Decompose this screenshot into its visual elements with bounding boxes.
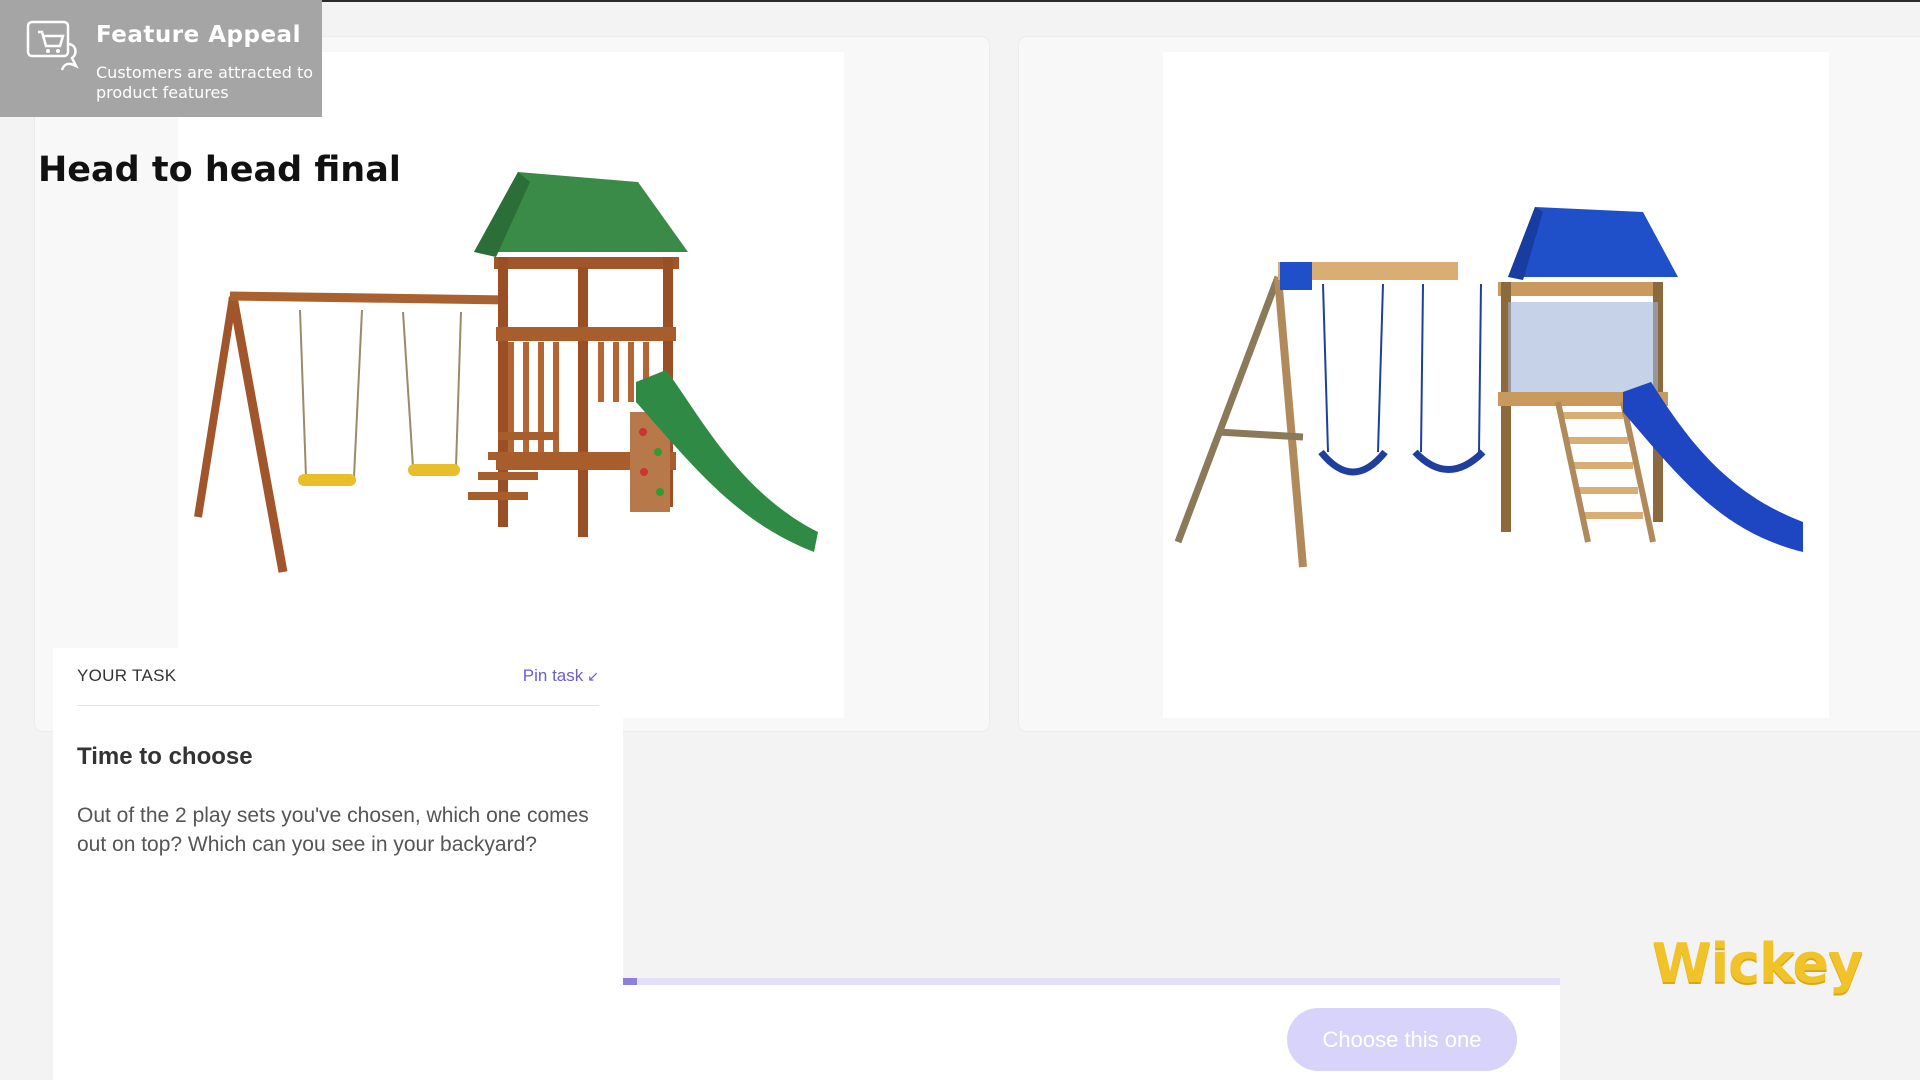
choose-this-one-button[interactable]: Choose this one (1287, 1008, 1517, 1071)
pin-task-button[interactable]: Pin task ↙ (523, 666, 599, 686)
task-description: Out of the 2 play sets you've chosen, wh… (77, 804, 589, 856)
playset-blue-illustration (1174, 207, 1803, 568)
pin-task-label: Pin task (522, 666, 584, 685)
feature-appeal-badge: Feature Appeal Customers are attracted t… (0, 0, 322, 117)
page-title: Head to head final (38, 150, 401, 190)
task-label: YOUR TASK (77, 666, 177, 685)
pin-collapse-icon: ↙ (587, 668, 599, 684)
badge-subtitle: Customers are attracted to product featu… (96, 63, 314, 102)
cart-speech-icon (24, 18, 84, 78)
task-title: Time to choose (77, 743, 253, 770)
badge-title: Feature Appeal (96, 22, 301, 48)
bottom-action-bar: Choose this one (623, 978, 1560, 1080)
swing-seat (1318, 449, 1388, 476)
swing-seat (298, 474, 356, 486)
product-image-right[interactable] (1163, 52, 1829, 718)
wickey-logo: Wickey (1652, 932, 1863, 995)
task-panel: YOUR TASK Pin task ↙ Time to choose Out o… (53, 648, 623, 1080)
progress-bar (623, 978, 1560, 985)
progress-fill (623, 978, 638, 985)
swing-seat (408, 464, 460, 476)
swing-seat (1412, 449, 1486, 473)
task-header: YOUR TASK Pin task ↙ (77, 648, 599, 706)
